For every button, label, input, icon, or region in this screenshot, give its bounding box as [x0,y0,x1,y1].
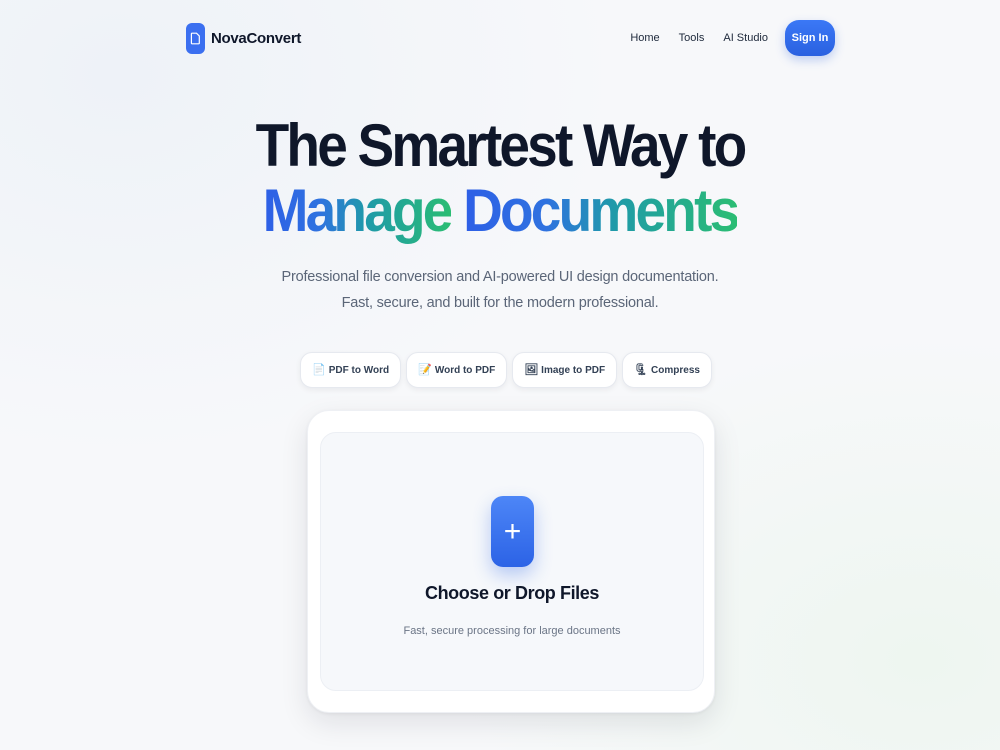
nav-link-ai-studio[interactable]: AI Studio [723,32,768,44]
hero-subtitle: Professional file conversion and AI-powe… [0,264,1000,316]
hero-subtitle-line2: Fast, secure, and built for the modern p… [341,295,659,311]
picture-icon: 🖼 [524,363,539,376]
chip-image-to-pdf[interactable]: 🖼 Image to PDF [512,352,618,388]
brand[interactable]: NovaConvert [186,22,302,54]
chip-label: Word to PDF [434,364,496,376]
document-logo-icon [186,22,205,54]
add-file-button[interactable]: + [491,496,534,567]
document-icon: 📄 [312,363,326,376]
hero-word-manage: Manage [262,176,454,245]
top-nav: NovaConvert Home Tools AI Studio Sign In [186,20,835,56]
tool-chips: 📄 PDF to Word 📝 Word to PDF 🖼 Image to P… [0,352,1000,388]
nav-link-tools[interactable]: Tools [679,32,705,44]
file-dropzone[interactable]: + Choose or Drop Files Fast, secure proc… [320,432,704,691]
clamp-icon: 🗜 [634,363,649,376]
hero-title-line1: The Smartest Way to [255,111,748,180]
chip-compress[interactable]: 🗜 Compress [622,352,712,388]
chip-label: Compress [651,364,700,376]
nav-links: Home Tools AI Studio Sign In [630,20,835,56]
nav-link-home[interactable]: Home [630,32,659,44]
dropzone-subtitle: Fast, secure processing for large docume… [403,625,621,637]
chip-label: PDF to Word [328,364,390,376]
memo-icon: 📝 [418,363,432,376]
dropzone-title: Choose or Drop Files [424,583,600,603]
hero-subtitle-line1: Professional file conversion and AI-powe… [281,269,719,285]
upload-card: + Choose or Drop Files Fast, secure proc… [307,410,715,713]
plus-icon: + [503,514,522,548]
chip-word-to-pdf[interactable]: 📝 Word to PDF [406,352,508,388]
chip-label: Image to PDF [541,364,606,376]
chip-pdf-to-word[interactable]: 📄 PDF to Word [300,352,402,388]
brand-name: NovaConvert [211,29,302,47]
hero-title-line2: Manage Documents [0,175,1000,245]
hero-word-documents: Documents [463,176,740,245]
sign-in-button[interactable]: Sign In [785,20,835,56]
